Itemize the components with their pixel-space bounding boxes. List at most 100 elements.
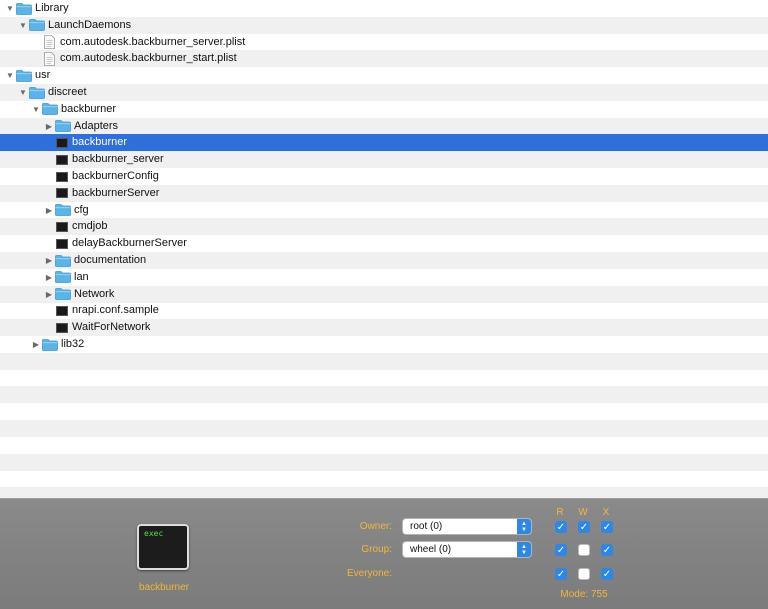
tree-row[interactable]: ▼ usr [0,67,768,84]
tree-row-label: backburner [72,136,128,149]
tree-row-label: usr [35,69,51,82]
triangle-down-icon[interactable]: ▼ [4,3,16,15]
triangle-down-icon[interactable]: ▼ [30,103,42,115]
triangle-right-icon[interactable]: ▶ [43,204,55,216]
tree-row[interactable]: nrapi.conf.sample [0,302,768,319]
terminal-exec-icon [56,154,68,165]
empty-row [0,487,768,498]
document-icon [42,51,60,66]
tree-row[interactable]: backburner_server [0,151,768,169]
tree-row-label: com.autodesk.backburner_start.plist [60,52,237,65]
empty-row [0,403,768,420]
owner-execute-checkbox[interactable]: ✓ [601,521,613,533]
terminal-exec-icon: exec [137,524,189,570]
tree-row[interactable]: ▶ Adapters [0,117,768,135]
updown-chevron-icon: ▲ ▼ [517,519,531,534]
tree-row[interactable]: ▼ discreet [0,84,768,101]
triangle-right-icon[interactable]: ▶ [43,120,55,132]
empty-row [0,352,768,370]
write-column-header: W [578,507,588,518]
everyone-execute-checkbox[interactable]: ✓ [601,568,613,580]
triangle-down-icon[interactable]: ▼ [17,19,29,31]
tree-row[interactable]: backburner [0,134,768,152]
checkmark-icon: ✓ [556,544,566,556]
everyone-label: Everyone: [346,568,392,579]
tree-row[interactable]: ▼ LaunchDaemons [0,16,768,34]
terminal-exec-icon [56,238,68,249]
tree-row-label: backburner_server [72,153,164,166]
terminal-exec-icon [56,171,68,182]
group-popup[interactable]: wheel (0) ▲ ▼ [403,542,531,557]
group-read-checkbox[interactable]: ✓ [555,544,567,556]
tree-row-label: delayBackburnerServer [72,237,187,250]
owner-write-checkbox[interactable]: ✓ [578,521,590,533]
tree-row-label: LaunchDaemons [48,18,132,31]
group-execute-checkbox[interactable]: ✓ [601,544,613,556]
triangle-down-icon[interactable]: ▼ [4,70,16,82]
tree-row-label: cfg [74,203,89,216]
mode-readout: Mode: 755 [560,589,608,600]
tree-row[interactable]: delayBackburnerServer [0,235,768,252]
group-label: Group: [361,544,392,555]
triangle-right-icon[interactable]: ▶ [43,271,55,283]
tree-row[interactable]: ▶ Network [0,285,768,303]
tree-row-label: WaitForNetwork [72,321,151,334]
owner-popup[interactable]: root (0) ▲ ▼ [403,519,531,534]
tree-row[interactable]: ▶ documentation [0,252,768,269]
triangle-right-icon[interactable]: ▶ [30,339,42,351]
empty-row [0,370,768,387]
terminal-exec-icon [56,137,68,148]
tree-row[interactable]: com.autodesk.backburner_start.plist [0,50,768,68]
tree-row[interactable]: ▼ Library [0,0,768,17]
updown-chevron-icon: ▲ ▼ [517,542,531,557]
folder-icon [29,19,48,32]
tree-row[interactable]: WaitForNetwork [0,319,768,337]
tree-row-label: Library [35,2,69,14]
folder-icon [55,120,74,132]
owner-label: Owner: [359,521,392,532]
triangle-right-icon[interactable]: ▶ [43,288,55,300]
group-value: wheel (0) [410,544,452,555]
owner-read-checkbox[interactable]: ✓ [555,521,567,533]
folder-icon [16,69,35,82]
file-tree: ▼ Library ▼ LaunchDaemons com.autodesk.backb… [0,0,768,498]
tree-row-label: backburnerServer [72,186,160,199]
triangle-down-icon[interactable]: ▼ [17,87,29,99]
folder-icon [55,288,74,300]
read-column-header: R [556,507,564,518]
terminal-exec-icon [56,322,68,333]
triangle-right-icon[interactable]: ▶ [43,255,55,267]
checkmark-icon: ✓ [556,521,566,533]
folder-icon [42,338,61,351]
tree-row[interactable]: ▶ lib32 [0,336,768,353]
exec-icon-text: exec [144,529,164,538]
empty-row [0,437,768,454]
empty-row [0,420,768,437]
tree-row[interactable]: backburnerConfig [0,168,768,185]
tree-row[interactable]: com.autodesk.backburner_server.plist [0,34,768,51]
tree-row-label: lan [74,270,89,283]
checkmark-icon: ✓ [602,544,612,556]
folder-icon [55,254,74,267]
tree-row-label: backburnerConfig [72,170,159,182]
terminal-exec-icon [56,188,68,199]
everyone-write-checkbox[interactable] [578,568,590,580]
everyone-read-checkbox[interactable]: ✓ [555,568,567,580]
tree-row[interactable]: cmdjob [0,218,768,236]
tree-row[interactable]: ▶ cfg [0,202,768,219]
group-write-checkbox[interactable] [578,544,590,556]
tree-row[interactable]: backburnerServer [0,184,768,202]
empty-row [0,453,768,471]
tree-row[interactable]: ▼ backburner [0,101,768,118]
tree-row[interactable]: ▶ lan [0,269,768,286]
checkmark-icon: ✓ [556,568,566,580]
